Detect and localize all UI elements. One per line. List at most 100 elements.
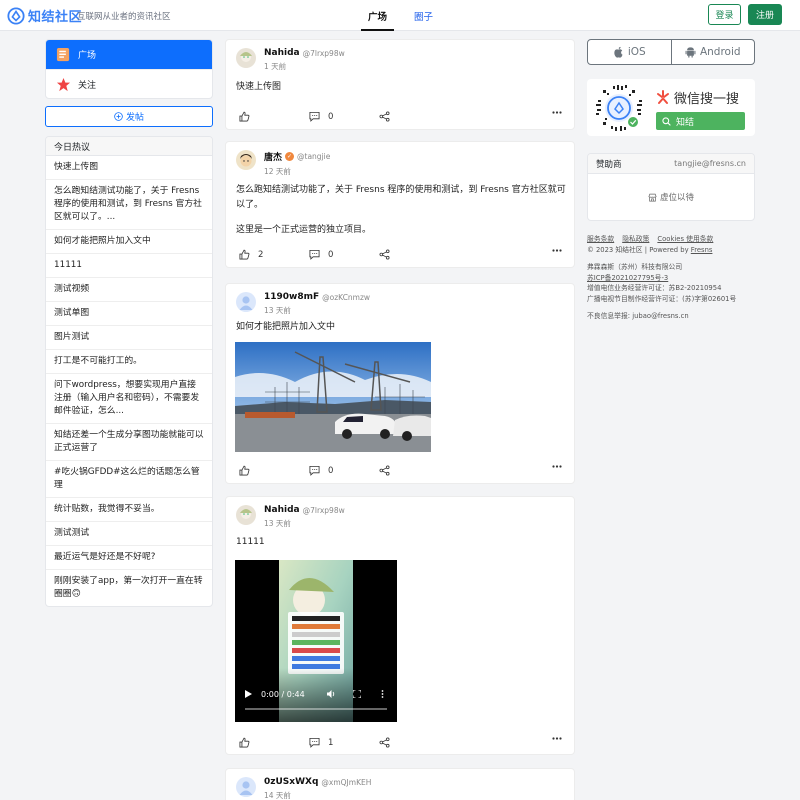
- volume-icon[interactable]: [327, 690, 336, 698]
- post-photo[interactable]: [235, 342, 431, 452]
- comment-icon: [309, 737, 320, 748]
- hot-topic-item[interactable]: 知结还差一个生成分享图功能就能可以正式运营了: [46, 424, 212, 461]
- author-handle: @tangjie: [297, 152, 331, 161]
- share-button[interactable]: [379, 249, 390, 260]
- hot-topic-item[interactable]: 问下wordpress，想要实现用户直接注册（输入用户名和密码），不需要发邮件验…: [46, 374, 212, 424]
- hot-topic-item[interactable]: 怎么跑知结测试功能了，关于 Fresns 程序的使用和测试，到 Fresns 官…: [46, 180, 212, 230]
- avatar[interactable]: [236, 48, 256, 68]
- author-name[interactable]: Nahida: [264, 505, 300, 515]
- icp-link[interactable]: 苏ICP备2021027795号-3: [587, 273, 767, 284]
- play-icon[interactable]: [245, 690, 252, 698]
- ios-label: iOS: [627, 46, 646, 58]
- hot-topic-item[interactable]: 11111: [46, 254, 212, 278]
- privacy-link[interactable]: 隐私政策: [622, 235, 649, 243]
- hot-topic-item[interactable]: 统计贴数，我觉得不妥当。: [46, 498, 212, 522]
- sidebar-item-follow[interactable]: 关注: [46, 69, 212, 98]
- hot-topic-item[interactable]: 图片测试: [46, 326, 212, 350]
- hot-topic-item[interactable]: 刚刚安装了app，第一次打开一直在转圈圈🙃: [46, 570, 212, 606]
- post-card[interactable]: Nahida @7lrxp98w 1 天前 快速上传图 0: [225, 39, 575, 130]
- hot-topic-item[interactable]: 测试测试: [46, 522, 212, 546]
- share-button[interactable]: [379, 465, 390, 476]
- more-button[interactable]: [552, 249, 562, 252]
- logo-text: 知结社区: [28, 10, 83, 25]
- avatar[interactable]: [236, 150, 256, 170]
- avatar[interactable]: [236, 292, 256, 312]
- sidebar-item-square[interactable]: 广场: [46, 40, 212, 69]
- video-more-icon[interactable]: [381, 690, 384, 698]
- ios-button[interactable]: iOS: [588, 40, 671, 64]
- thumbs-up-icon: [239, 249, 250, 260]
- avatar[interactable]: [236, 505, 256, 525]
- hot-topic-item[interactable]: 打工是不可能打工的。: [46, 350, 212, 374]
- sidebar-item-label: 关注: [78, 80, 97, 91]
- tab-square[interactable]: 广场: [360, 9, 395, 31]
- logo-icon: [7, 6, 25, 25]
- more-button[interactable]: [552, 111, 562, 114]
- video-progress[interactable]: [245, 708, 387, 710]
- powered-by-link[interactable]: Fresns: [691, 246, 713, 254]
- more-button[interactable]: [552, 737, 562, 740]
- sponsor-card: 赞助商 tangjie@fresns.cn 虚位以待: [587, 153, 755, 221]
- thumbs-up-icon: [239, 465, 250, 476]
- copyright: © 2023 知结社区 | Powered by Fresns: [587, 245, 767, 256]
- wechat-sousou-icon: [657, 89, 669, 104]
- like-button[interactable]: [239, 737, 258, 748]
- hot-topic-item[interactable]: 如何才能把照片加入文中: [46, 230, 212, 254]
- square-icon: [56, 47, 70, 62]
- cookies-link[interactable]: Cookies 使用条款: [657, 235, 713, 243]
- post-paragraph: 怎么跑知结测试功能了，关于 Fresns 程序的使用和测试，到 Fresns 官…: [236, 185, 566, 210]
- author-name[interactable]: 1190w8mF: [264, 292, 319, 302]
- sponsor-placeholder: 虚位以待: [659, 193, 694, 203]
- comment-button[interactable]: 0: [309, 465, 333, 476]
- hot-topic-item[interactable]: 最近运气是好还是不好呢?: [46, 546, 212, 570]
- post-card[interactable]: 唐杰 ✓ @tangjie 12 天前 怎么跑知结测试功能了，关于 Fresns 程…: [225, 141, 575, 268]
- top-navbar: 知结社区 互联网从业者的资讯社区 广场 圈子 登录 注册: [0, 0, 800, 31]
- sponsor-slot[interactable]: 虚位以待: [588, 174, 754, 220]
- fullscreen-icon[interactable]: [353, 690, 361, 698]
- like-button[interactable]: [239, 465, 258, 476]
- author-name[interactable]: 0zUSxWXq: [264, 777, 318, 787]
- like-button[interactable]: 2: [239, 249, 263, 260]
- comment-button[interactable]: 1: [309, 737, 333, 748]
- author-name[interactable]: 唐杰: [264, 150, 282, 163]
- share-icon: [379, 737, 390, 748]
- wechat-qr-code: [595, 84, 643, 132]
- share-button[interactable]: [379, 737, 390, 748]
- comment-count: 1: [328, 737, 334, 748]
- comment-icon: [309, 111, 320, 122]
- hot-topic-item[interactable]: #吃火锅GFDD#这么烂的话题怎么管理: [46, 461, 212, 498]
- shop-icon: [648, 193, 657, 201]
- post-card[interactable]: 1190w8mF @ozKCnmzw 13 天前 如何才能把照片加入文中 0: [225, 283, 575, 484]
- hot-topic-item[interactable]: 测试视频: [46, 278, 212, 302]
- like-button[interactable]: [239, 111, 258, 122]
- site-logo[interactable]: 知结社区: [7, 6, 82, 25]
- comment-button[interactable]: 0: [309, 111, 333, 122]
- post-paragraph: 这里是一个正式运营的独立项目。: [236, 225, 372, 235]
- video-time: 0:00 / 0:44: [261, 690, 305, 699]
- wechat-search-title: 微信搜一搜: [655, 88, 739, 107]
- share-button[interactable]: [379, 111, 390, 122]
- comment-count: 0: [328, 465, 334, 476]
- license-telecom: 增值电信业务经营许可证：苏B2-20210954: [587, 284, 722, 292]
- post-text: 如何才能把照片加入文中: [236, 322, 336, 332]
- wechat-search-box[interactable]: 知结: [656, 112, 745, 130]
- avatar[interactable]: [236, 777, 256, 797]
- site-footer: 服务条款 隐私政策 Cookies 使用条款 © 2023 知结社区 | Power…: [587, 234, 767, 322]
- android-button[interactable]: Android: [670, 40, 755, 64]
- login-button[interactable]: 登录: [708, 4, 741, 25]
- apple-icon: [614, 46, 623, 58]
- sponsor-email[interactable]: tangjie@fresns.cn: [674, 159, 746, 168]
- more-button[interactable]: [552, 465, 562, 468]
- hot-topic-item[interactable]: 快速上传图: [46, 156, 212, 180]
- video-player[interactable]: 0:00 / 0:44: [235, 560, 397, 722]
- post-card[interactable]: Nahida@7lrxp98w 13 天前 11111 0:00 / 0:44: [225, 496, 575, 755]
- comment-button[interactable]: 0: [309, 249, 333, 260]
- post-card[interactable]: 0zUSxWXq @xmQJmKEH 14 天前: [225, 768, 575, 800]
- verified-icon: ✓: [285, 152, 295, 161]
- new-post-button[interactable]: 发帖: [45, 106, 213, 127]
- tab-groups[interactable]: 圈子: [414, 9, 433, 23]
- register-button[interactable]: 注册: [748, 4, 782, 25]
- hot-topic-item[interactable]: 测试单图: [46, 302, 212, 326]
- author-name[interactable]: Nahida: [264, 48, 300, 58]
- terms-link[interactable]: 服务条款: [587, 235, 614, 243]
